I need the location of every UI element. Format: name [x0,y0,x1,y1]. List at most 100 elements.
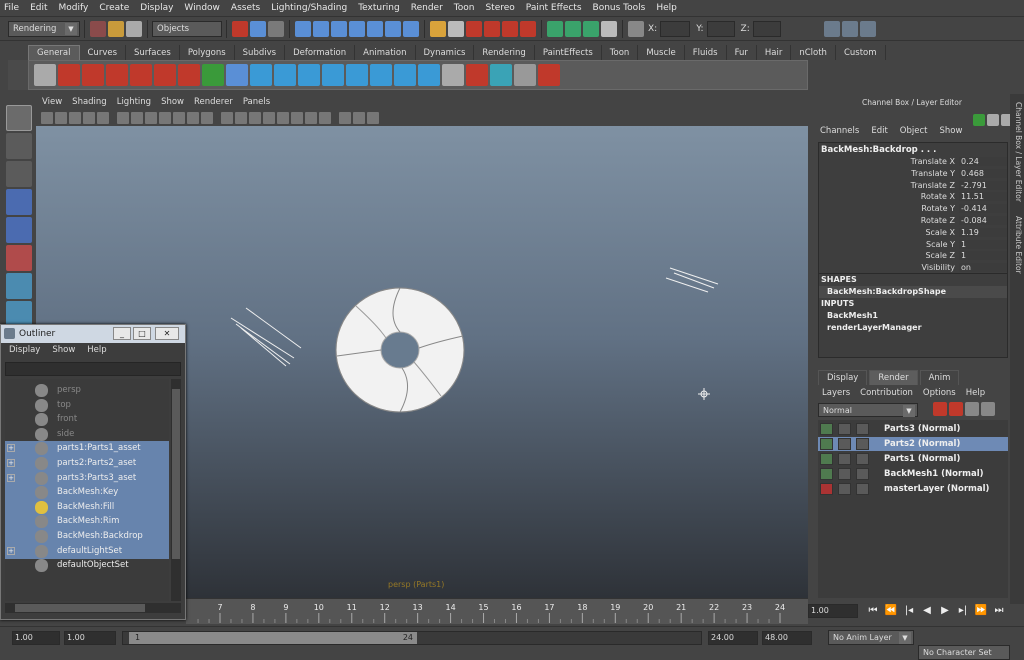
point-light-icon[interactable] [298,64,320,86]
outliner-item[interactable]: defaultObjectSet [5,558,169,573]
render-ipr-icon[interactable] [106,64,128,86]
shelf-tab-curves[interactable]: Curves [80,45,127,60]
select-tool-icon[interactable] [6,105,32,131]
outliner-item[interactable]: top [5,398,169,413]
scale-tool-icon[interactable] [6,245,32,271]
lighting-icon[interactable] [277,111,289,124]
grid-icon[interactable] [117,111,129,124]
playback-start-field[interactable]: 1.00 [64,631,116,645]
outliner-menu-display[interactable]: Display [9,345,40,359]
vertical-scrollbar[interactable] [171,379,181,601]
menu-set-dropdown[interactable]: Rendering ▼ [8,20,80,37]
time-slider[interactable]: 7 8 9 10 11 12 13 14 15 16 17 18 19 20 21 22 23 24 [186,598,808,624]
shelf-tab-hair[interactable]: Hair [757,45,792,60]
smooth-shade-icon[interactable] [235,111,247,124]
tool-settings-icon[interactable] [601,20,617,37]
render-view-icon[interactable] [448,20,464,37]
texture-icon[interactable] [514,64,536,86]
ambient-light-icon[interactable] [250,64,272,86]
playback-toggle-icon[interactable] [838,453,851,465]
channel-menu-object[interactable]: Object [900,126,928,136]
layer-menu-layers[interactable]: Layers [822,388,850,398]
bookmark-icon[interactable] [69,111,81,124]
2d-pan-icon[interactable] [97,111,109,124]
tab-anim[interactable]: Anim [919,370,960,385]
render-toggle-icon[interactable] [856,453,869,465]
render-toggle-icon[interactable] [856,468,869,480]
ipr-render-icon[interactable] [484,20,500,37]
render-toggle-icon[interactable] [856,483,869,495]
outliner-titlebar[interactable]: Outliner _ □ ✕ [1,325,185,343]
shelf-tab-fur[interactable]: Fur [727,45,757,60]
expand-icon[interactable]: + [7,546,15,555]
film-gate-icon[interactable] [131,111,143,124]
snap-live-icon[interactable] [385,20,401,37]
layer-row[interactable]: Parts1 (Normal) [818,452,1008,466]
viewport-menu-shading[interactable]: Shading [72,97,107,107]
safe-title-icon[interactable] [201,111,213,124]
tab-render[interactable]: Render [869,370,918,385]
layer-menu-contribution[interactable]: Contribution [860,388,913,398]
attribute-row[interactable]: Rotate Y -0.414 [819,204,1007,215]
range-slider-track[interactable]: 1 24 [122,631,702,645]
shelf-tab-polygons[interactable]: Polygons [180,45,235,60]
render-region-icon[interactable] [154,64,176,86]
shelf-tab-custom[interactable]: Custom [836,45,886,60]
layout-toggle-icon[interactable] [823,20,840,37]
rim-light-icon[interactable] [230,307,302,367]
film-icon[interactable] [34,64,56,86]
outliner-item[interactable]: front [5,412,169,427]
shelf-tab-animation[interactable]: Animation [355,45,416,60]
layer-menu-options[interactable]: Options [923,388,956,398]
area-light-icon[interactable] [346,64,368,86]
attribute-value[interactable]: -2.791 [959,180,1007,190]
shelf-tab-general[interactable]: General [28,45,80,60]
outliner-item[interactable]: BackMesh:Fill [5,499,169,515]
visibility-toggle-icon[interactable] [820,483,833,495]
camera-icon[interactable] [394,64,416,86]
new-scene-icon[interactable] [90,20,106,37]
attribute-value[interactable]: on [959,263,1007,273]
outliner-menu-show[interactable]: Show [52,345,75,359]
shelf-tab-ncloth[interactable]: nCloth [791,45,836,60]
volume-light-icon[interactable] [370,64,392,86]
image-plane-icon[interactable] [83,111,95,124]
outliner-item[interactable]: + defaultLightSet [5,543,169,559]
hypershade-icon[interactable] [520,20,536,37]
step-forward-frame-icon[interactable]: ▸| [954,603,972,619]
visibility-toggle-icon[interactable] [820,438,833,450]
outliner-item[interactable]: persp [5,383,169,398]
end-time-field[interactable]: 48.00 [762,631,812,645]
layout-toggle-icon[interactable] [859,20,876,37]
expand-icon[interactable]: + [7,473,15,482]
z-field[interactable] [752,20,781,37]
tab-display[interactable]: Display [818,370,868,385]
shelf-tab-deformation[interactable]: Deformation [285,45,356,60]
attribute-value[interactable]: 0.24 [959,157,1007,166]
outliner-item[interactable]: + parts2:Parts2_aset [5,456,169,471]
attribute-value[interactable]: 1 [959,239,1007,249]
start-time-field[interactable]: 1.00 [12,631,60,645]
attribute-row[interactable]: Scale Y 1 [819,239,1007,251]
maximize-icon[interactable]: □ [133,327,151,340]
menu-item-display[interactable]: Display [140,3,173,13]
menu-item-texturing[interactable]: Texturing [358,3,400,13]
construction-history-icon[interactable] [430,20,446,37]
new-layer-icon[interactable] [933,402,947,416]
step-back-frame-icon[interactable]: |◂ [900,603,918,619]
snap-surface-icon[interactable] [367,20,383,37]
attribute-value[interactable]: 1.19 [959,227,1007,237]
manip-icon[interactable] [987,114,999,126]
key-icon[interactable] [973,114,985,126]
scrollbar-thumb[interactable] [15,604,145,612]
menu-item-edit[interactable]: Edit [30,3,47,13]
shape-row[interactable]: BackMesh:BackdropShape [819,286,1007,298]
render-current-icon[interactable] [466,20,482,37]
shelf-tab-dynamics[interactable]: Dynamics [416,45,475,60]
playback-toggle-icon[interactable] [838,468,851,480]
ambient-occlusion-icon[interactable] [305,111,317,124]
attribute-value[interactable]: 11.51 [959,192,1007,202]
outliner-item[interactable]: BackMesh:Backdrop [5,529,169,544]
tab-channel-box[interactable]: Channel Box / Layer Editor [1011,102,1023,202]
material-sphere-icon[interactable] [490,64,512,86]
